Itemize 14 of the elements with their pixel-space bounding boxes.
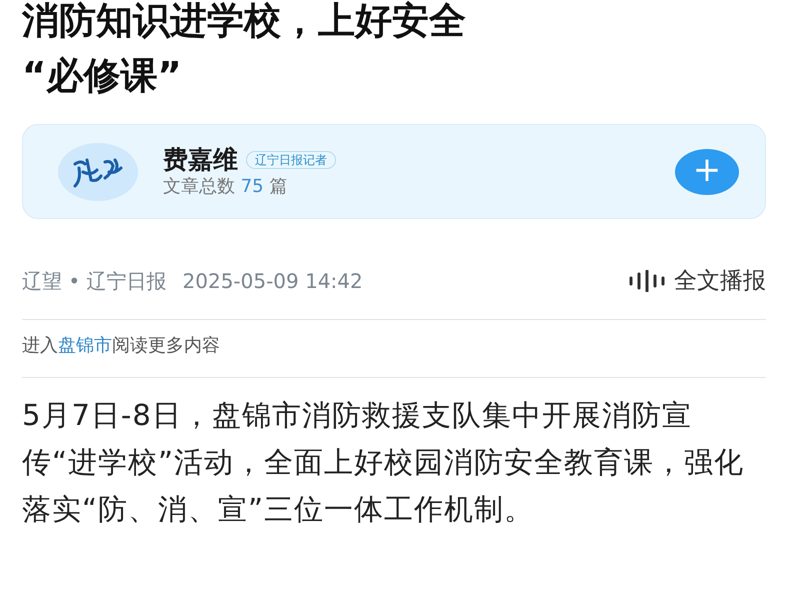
region-link[interactable]: 盘锦市	[58, 335, 112, 356]
article-source: 辽望 • 辽宁日报	[22, 268, 167, 295]
logo-icon	[57, 142, 139, 202]
author-name: 费嘉维	[163, 144, 238, 175]
article-title: “必修课”	[22, 53, 182, 99]
audio-wave-icon[interactable]	[628, 270, 666, 292]
article-count: 文章总数 75 篇	[163, 174, 288, 198]
publish-time: 2025-05-09 14:42	[182, 268, 363, 295]
article-title: 消防知识进学校，上好安全	[22, 0, 466, 44]
author-badge: 辽宁日报记者	[246, 150, 336, 169]
body-paragraph: 5月7日-8日，盘锦市消防救援支队集中开展消防宣传“进学校”活动，全面上好校园消防安全教育课，强化落实“防、消、宣”三位一体工作机制。	[22, 397, 746, 528]
region-link-text: 进入盘锦市阅读更多内容	[22, 335, 220, 356]
listen-button[interactable]: 全文播报	[674, 264, 766, 298]
follow-button[interactable]: +	[675, 148, 739, 194]
